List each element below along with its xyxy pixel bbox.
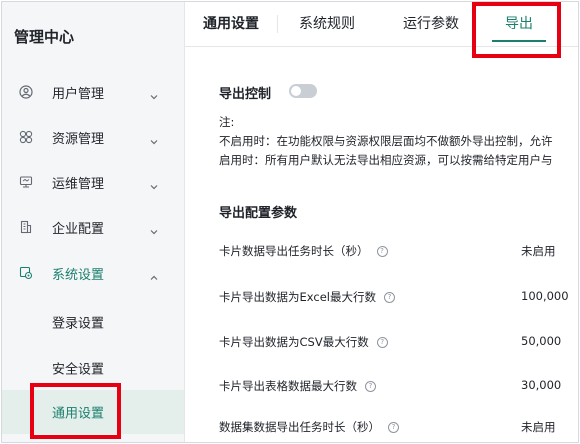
tab-active-indicator bbox=[492, 40, 546, 42]
param-row: 数据集数据导出任务时长（秒）? 未启用 bbox=[185, 419, 578, 439]
sidebar-item-label: 运维管理 bbox=[52, 176, 105, 192]
param-label: 数据集数据导出任务时长（秒） bbox=[219, 420, 380, 434]
help-icon[interactable]: ? bbox=[365, 380, 376, 392]
chevron-down-icon bbox=[149, 222, 159, 235]
admin-window: 管理中心 用户管理 资源管理 运维管理 企业配置 系统设置 登录设置 安全设置 … bbox=[1, 1, 579, 443]
building-icon bbox=[18, 219, 34, 235]
monitor-icon bbox=[18, 174, 34, 190]
param-value: 50,000 bbox=[521, 334, 562, 348]
note-enabled-text: 启用时：所有用户默认无法导出相应资源，可以按需给特定用户与 bbox=[219, 153, 553, 167]
sidebar: 管理中心 用户管理 资源管理 运维管理 企业配置 系统设置 登录设置 安全设置 … bbox=[2, 2, 185, 442]
help-icon[interactable]: ? bbox=[383, 291, 395, 303]
param-row: 卡片数据导出任务时长（秒）? 未启用 bbox=[185, 243, 578, 263]
sidebar-item-enterprise-config[interactable]: 企业配置 bbox=[2, 205, 184, 249]
param-value: 未启用 bbox=[521, 420, 556, 434]
help-icon[interactable]: ? bbox=[388, 421, 399, 433]
export-control-title: 导出控制 bbox=[219, 87, 272, 102]
param-value: 30,000 bbox=[521, 378, 562, 392]
tab-bar: 通用设置 系统规则 运行参数 导出 bbox=[185, 2, 578, 47]
sidebar-item-system-settings[interactable]: 系统设置 bbox=[2, 251, 184, 295]
note-disabled-text: 不启用时：在功能权限与资源权限层面均不做额外导出控制，允许 bbox=[219, 134, 553, 148]
toggle-knob bbox=[291, 86, 301, 96]
sidebar-item-user-management[interactable]: 用户管理 bbox=[2, 70, 184, 114]
param-row: 卡片导出数据为Excel最大行数? 100,000 bbox=[185, 289, 578, 309]
user-circle-icon bbox=[18, 84, 34, 100]
param-row: 卡片导出表格数据最大行数? 30,000 bbox=[185, 378, 578, 398]
note-label: 注: bbox=[219, 115, 235, 129]
sidebar-subitem-security-settings[interactable]: 安全设置 bbox=[2, 346, 184, 390]
param-label: 卡片导出表格数据最大行数 bbox=[219, 379, 357, 393]
param-label: 卡片导出数据为Excel最大行数 bbox=[219, 290, 376, 304]
chevron-down-icon bbox=[149, 87, 159, 100]
main-panel: 通用设置 系统规则 运行参数 导出 导出控制 注: 不启用时：在功能权限与资源权… bbox=[185, 2, 578, 442]
export-settings-content: 导出控制 注: 不启用时：在功能权限与资源权限层面均不做额外导出控制，允许 启用… bbox=[185, 47, 578, 442]
param-value: 100,000 bbox=[521, 289, 569, 303]
grid-icon bbox=[18, 129, 34, 145]
chevron-down-icon bbox=[149, 132, 159, 145]
chevron-up-icon bbox=[149, 268, 159, 280]
export-control-toggle[interactable] bbox=[289, 84, 317, 98]
sidebar-item-resource-management[interactable]: 资源管理 bbox=[2, 115, 184, 159]
sidebar-subitem-label: 登录设置 bbox=[52, 316, 105, 332]
tab-general-settings[interactable]: 通用设置 bbox=[203, 2, 259, 46]
sidebar-subitem-label: 通用设置 bbox=[52, 406, 105, 422]
sidebar-item-label: 资源管理 bbox=[52, 131, 105, 147]
help-icon[interactable]: ? bbox=[376, 336, 388, 348]
sidebar-item-label: 系统设置 bbox=[52, 267, 105, 283]
tab-runtime-params[interactable]: 运行参数 bbox=[403, 2, 459, 46]
param-label: 卡片导出数据为CSV最大行数 bbox=[219, 335, 369, 349]
param-value: 未启用 bbox=[521, 244, 556, 258]
sidebar-subitem-general-settings[interactable]: 通用设置 bbox=[2, 390, 184, 434]
help-icon[interactable]: ? bbox=[376, 245, 388, 257]
sidebar-subitem-login-settings[interactable]: 登录设置 bbox=[2, 300, 184, 344]
param-row: 卡片导出数据为CSV最大行数? 50,000 bbox=[185, 334, 578, 354]
param-label: 卡片数据导出任务时长（秒） bbox=[219, 244, 369, 258]
sidebar-subitem-label: 安全设置 bbox=[52, 362, 105, 378]
settings-shield-icon bbox=[18, 265, 34, 281]
tab-divider bbox=[277, 15, 278, 33]
sidebar-item-ops-management[interactable]: 运维管理 bbox=[2, 160, 184, 204]
chevron-down-icon bbox=[149, 177, 159, 190]
sidebar-item-label: 用户管理 bbox=[52, 86, 105, 102]
export-params-title: 导出配置参数 bbox=[219, 206, 298, 221]
sidebar-item-label: 企业配置 bbox=[52, 221, 105, 237]
sidebar-title: 管理中心 bbox=[14, 28, 75, 46]
tab-system-rules[interactable]: 系统规则 bbox=[299, 2, 355, 46]
